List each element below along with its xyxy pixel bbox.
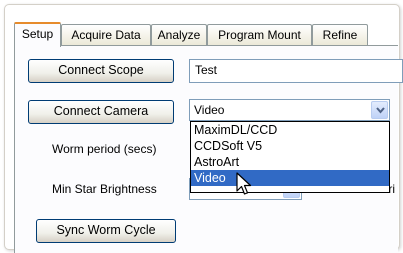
sync-worm-cycle-button[interactable]: Sync Worm Cycle [36,219,176,243]
tab-program-mount[interactable]: Program Mount [207,24,312,45]
camera-option-video[interactable]: Video [191,170,389,186]
camera-option-ccdsoft[interactable]: CCDSoft V5 [191,138,389,154]
tab-label: Analyze [157,28,201,42]
tab-label: Acquire Data [71,28,141,42]
scope-name-field[interactable]: Test [189,59,403,83]
tab-analyze[interactable]: Analyze [151,24,207,45]
camera-select-value: Video [194,103,225,117]
connect-camera-label: Connect Camera [53,104,149,118]
mouse-pointer-icon [236,172,252,195]
chevron-down-icon [376,107,385,114]
tab-refine[interactable]: Refine [312,24,368,45]
connect-scope-label: Connect Scope [58,63,144,77]
tab-label: Program Mount [218,28,301,42]
tab-acquire-data[interactable]: Acquire Data [61,24,151,45]
tab-setup[interactable]: Setup [14,22,61,47]
camera-select-dropdown-button[interactable] [371,101,388,119]
camera-select[interactable]: Video [189,99,390,121]
sync-worm-cycle-label: Sync Worm Cycle [56,223,156,237]
tab-label: Setup [21,27,54,41]
camera-dropdown-list: MaximDL/CCD CCDSoft V5 AstroArt Video [190,121,390,193]
tab-label: Refine [322,28,358,42]
tab-strip: Setup Acquire Data Analyze Program Mount… [14,22,400,47]
worm-period-label: Worm period (secs) [52,142,157,156]
connect-scope-button[interactable]: Connect Scope [28,59,174,83]
camera-option-astroart[interactable]: AstroArt [191,154,389,170]
scope-name-value: Test [195,63,218,77]
connect-camera-button[interactable]: Connect Camera [28,100,174,124]
camera-option-maximdl[interactable]: MaximDL/CCD [191,122,389,138]
min-star-brightness-label: Min Star Brightness [52,182,157,196]
